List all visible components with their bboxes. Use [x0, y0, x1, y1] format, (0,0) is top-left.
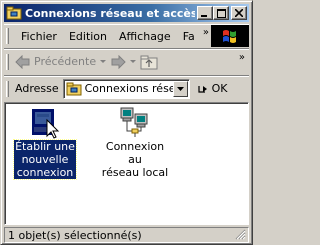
status-text: 1 objet(s) sélectionné(s) [8, 228, 142, 242]
menu-edition[interactable]: Edition [63, 30, 113, 43]
maximize-icon [216, 8, 226, 18]
file-view[interactable]: Établir une nouvelle connexion Connexion… [4, 102, 249, 225]
address-dropdown-button[interactable] [172, 80, 188, 97]
explorer-window: Connexions réseau et accès ... Fichier E… [0, 0, 253, 245]
window-title: Connexions réseau et accès ... [25, 6, 195, 20]
back-dropdown[interactable] [100, 59, 107, 64]
standard-toolbar: Précédente » [4, 48, 249, 74]
lan-connection-icon [97, 104, 173, 140]
new-connection-wizard-icon [7, 104, 83, 140]
chevron-down-icon [100, 59, 107, 63]
item-label: Établir une nouvelle connexion [13, 139, 77, 180]
address-value: Connexions réseau e [84, 82, 177, 95]
network-folder-icon [66, 82, 82, 95]
title-bar[interactable]: Connexions réseau et accès ... [4, 4, 249, 22]
close-button[interactable] [231, 6, 247, 20]
list-item-new-connection[interactable]: Établir une nouvelle connexion [7, 104, 83, 180]
item-label: Connexion au réseau local [101, 140, 169, 179]
up-folder-button[interactable] [140, 54, 158, 70]
maximize-button[interactable] [213, 6, 229, 20]
address-bar: Adresse Connexions réseau e OK [4, 75, 249, 101]
forward-dropdown[interactable] [130, 59, 137, 64]
toolbar-grip[interactable] [6, 53, 9, 70]
address-grip[interactable] [6, 80, 9, 97]
close-icon [235, 9, 243, 17]
go-button[interactable]: OK [196, 82, 228, 96]
network-connections-icon [6, 5, 22, 21]
status-bar: 1 objet(s) sélectionné(s) [4, 227, 249, 243]
forward-button[interactable] [110, 54, 126, 69]
go-arrow-icon [197, 85, 207, 93]
menu-overflow-chevron[interactable]: » [203, 27, 209, 38]
minimize-button[interactable] [197, 6, 213, 20]
minimize-icon [201, 15, 207, 17]
go-label: OK [211, 82, 228, 95]
menu-affichage[interactable]: Affichage [113, 30, 177, 43]
back-button[interactable]: Précédente [15, 54, 97, 69]
forward-arrow-icon [111, 54, 126, 69]
back-arrow-icon [15, 54, 30, 69]
toolbar-overflow-chevron[interactable]: » [239, 52, 245, 63]
folder-up-icon [140, 55, 158, 69]
menu-favoris[interactable]: Fa [177, 30, 201, 43]
address-label: Adresse [15, 82, 59, 95]
menu-bar: Fichier Edition Affichage Fa » [4, 24, 249, 47]
address-input[interactable]: Connexions réseau e [62, 78, 190, 99]
chevron-down-icon [130, 59, 137, 63]
menu-fichier[interactable]: Fichier [15, 30, 63, 43]
back-label: Précédente [34, 55, 97, 68]
resize-grip-icon[interactable] [235, 229, 246, 240]
list-item-lan-connection[interactable]: Connexion au réseau local [97, 104, 173, 179]
chevron-down-icon [176, 86, 184, 91]
menu-grip[interactable] [6, 28, 9, 44]
windows-logo-icon [211, 25, 249, 47]
